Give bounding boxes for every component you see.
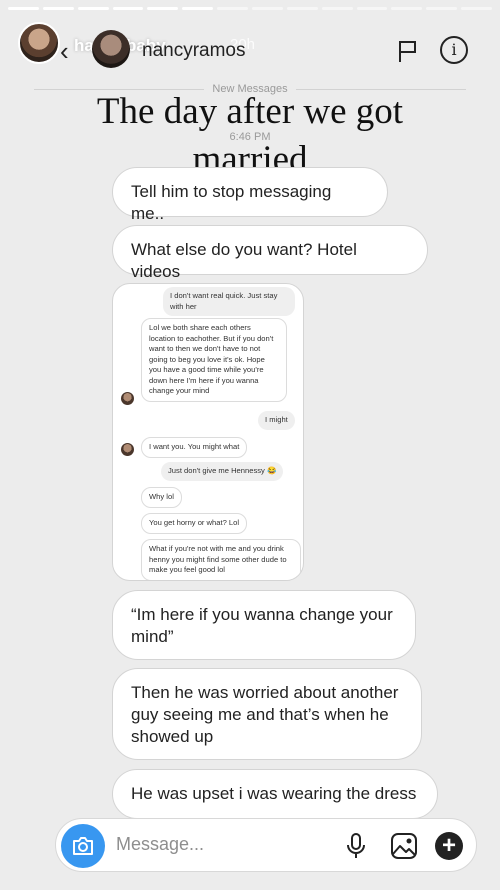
story-progress-segment: [77, 7, 109, 10]
story-screen: hazelebaby 20h ‹ nancyramos i New Messag…: [0, 0, 500, 890]
mini-avatar: [121, 392, 134, 405]
message-composer: +: [55, 818, 477, 872]
message-input[interactable]: [116, 834, 326, 855]
story-progress-segment: [391, 7, 423, 10]
story-progress-segment: [461, 7, 493, 10]
story-progress-segment: [182, 7, 214, 10]
info-icon[interactable]: i: [440, 36, 468, 64]
message-bubble: He was upset i was wearing the dress: [112, 769, 438, 819]
story-progress-segment: [217, 7, 249, 10]
chevron-left-icon[interactable]: ‹: [60, 36, 69, 67]
message-bubble: Then he was worried about another guy se…: [112, 668, 422, 760]
flag-icon[interactable]: [397, 39, 419, 63]
mini-message-received: Lol we both share each others location t…: [141, 318, 287, 402]
embedded-chat-screenshot: I don't want real quick. Just stay with …: [112, 283, 304, 581]
story-progress-segment: [8, 7, 39, 10]
story-progress-segment: [321, 7, 353, 10]
mini-message-received: I want you. You might what: [141, 437, 248, 458]
mini-avatar: [121, 443, 134, 456]
story-progress-segment: [286, 7, 318, 10]
story-progress-segment: [42, 7, 74, 10]
story-progress: [8, 7, 493, 10]
story-progress-segment: [147, 7, 179, 10]
message-bubble: Tell him to stop messaging me..: [112, 167, 388, 223]
message-bubble: What else do you want? Hotel videos: [112, 225, 428, 281]
mini-message-received: Why lol: [141, 487, 182, 508]
story-progress-segment: [112, 7, 144, 10]
mini-message-sent: I might: [258, 411, 295, 430]
story-progress-segment: [252, 7, 283, 10]
mini-message-received: What if you're not with me and you drink…: [141, 539, 301, 580]
microphone-icon[interactable]: [346, 832, 366, 860]
story-avatar[interactable]: [18, 22, 60, 64]
contact-name[interactable]: nancyramos: [142, 40, 246, 62]
mini-message-received: You get horny or what? Lol: [141, 513, 248, 534]
mini-message-sent: Just don't give me Hennessy 😂: [161, 462, 284, 481]
contact-avatar[interactable]: [92, 30, 130, 68]
message-bubble: “Im here if you wanna change your mind”: [112, 590, 416, 660]
camera-icon[interactable]: [61, 824, 105, 868]
plus-icon[interactable]: +: [435, 832, 463, 860]
story-progress-segment: [426, 7, 458, 10]
mini-message-sent: I don't want real quick. Just stay with …: [163, 287, 295, 316]
gallery-icon[interactable]: [390, 832, 418, 860]
story-progress-segment: [356, 7, 388, 10]
